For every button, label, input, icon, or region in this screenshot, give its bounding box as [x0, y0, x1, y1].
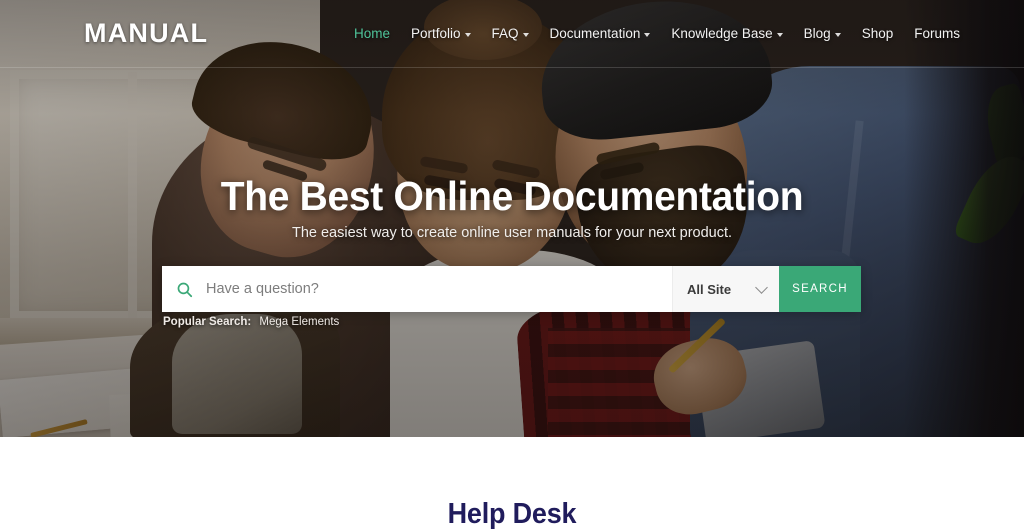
nav-item-shop[interactable]: Shop: [862, 26, 894, 41]
hero-subtitle: The easiest way to create online user ma…: [291, 225, 733, 241]
popular-search-term[interactable]: Mega Elements: [259, 316, 339, 328]
nav-item-label: Forums: [914, 26, 960, 41]
site-header: MANUAL Home Portfolio FAQ Documentation …: [0, 0, 1024, 68]
nav-item-home[interactable]: Home: [354, 26, 390, 41]
nav-item-label: Knowledge Base: [671, 26, 773, 41]
site-logo[interactable]: MANUAL: [84, 18, 208, 49]
nav-item-label: Home: [353, 26, 390, 41]
help-desk-section: Help Desk: [0, 437, 1024, 530]
nav-item-label: FAQ: [491, 26, 519, 41]
nav-item-forums[interactable]: Forums: [914, 26, 960, 41]
search-scope-select[interactable]: All Site: [672, 266, 779, 312]
nav-item-label: Documentation: [549, 26, 641, 41]
nav-item-blog[interactable]: Blog: [804, 26, 841, 41]
nav-item-documentation[interactable]: Documentation: [550, 26, 651, 41]
chevron-down-icon: [834, 32, 841, 37]
chevron-down-icon: [755, 281, 768, 294]
nav-item-label: Shop: [861, 26, 894, 41]
search-scope-label: All Site: [687, 281, 732, 297]
popular-search-label: Popular Search:: [163, 316, 252, 328]
nav-item-portfolio[interactable]: Portfolio: [411, 26, 471, 41]
section-title: Help Desk: [447, 498, 577, 530]
chevron-down-icon: [522, 32, 529, 37]
hero-search-bar: All Site SEARCH: [162, 266, 861, 312]
hero-title: The Best Online Documentation: [220, 173, 804, 219]
main-navigation: Home Portfolio FAQ Documentation Knowled…: [354, 26, 960, 41]
search-input[interactable]: [206, 266, 672, 312]
chevron-down-icon: [776, 32, 783, 37]
nav-item-faq[interactable]: FAQ: [492, 26, 529, 41]
hero-banner: MANUAL Home Portfolio FAQ Documentation …: [0, 0, 1024, 437]
nav-item-label: Blog: [803, 26, 831, 41]
popular-search: Popular Search: Mega Elements: [163, 316, 339, 328]
nav-item-label: Portfolio: [410, 26, 461, 41]
search-button[interactable]: SEARCH: [779, 266, 861, 312]
nav-item-knowledge-base[interactable]: Knowledge Base: [671, 26, 783, 41]
search-icon: [162, 266, 206, 312]
chevron-down-icon: [644, 32, 651, 37]
chevron-down-icon: [464, 32, 471, 37]
